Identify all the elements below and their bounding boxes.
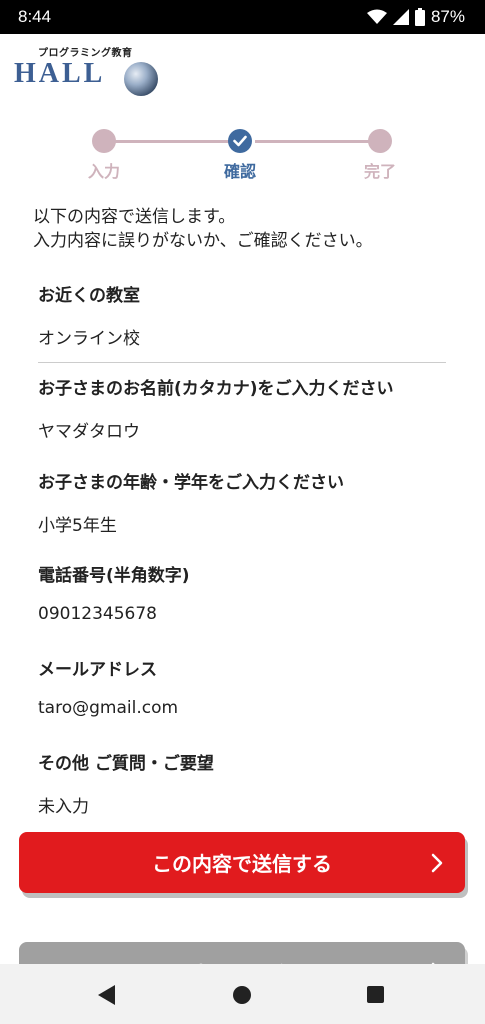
field-label: その他 ご質問・ご要望 — [38, 754, 214, 774]
field-classroom: お近くの教室 オンライン校 — [38, 281, 448, 349]
signal-icon — [392, 9, 409, 25]
field-value: taro@gmail.com — [38, 698, 179, 718]
field-label: メールアドレス — [38, 660, 157, 680]
field-child-grade: お子さまの年齢・学年をご入力ください 小学5年生 — [38, 468, 448, 536]
step-dot-confirm — [228, 129, 252, 153]
chevron-right-icon — [431, 853, 443, 872]
step-label-confirm: 確認 — [223, 162, 256, 181]
step-label-input: 入力 — [87, 162, 120, 181]
android-nav-bar — [0, 964, 485, 1024]
nav-home-icon[interactable] — [233, 986, 251, 1004]
field-child-name: お子さまのお名前(カタカナ)をご入力ください ヤマダタロウ — [38, 374, 448, 442]
step-connector — [255, 140, 370, 143]
divider — [38, 362, 446, 363]
field-value: 小学5年生 — [38, 516, 117, 536]
field-label: お子さまの年齢・学年をご入力ください — [38, 473, 344, 493]
field-label: お子さまのお名前(カタカナ)をご入力ください — [38, 379, 394, 399]
field-value: オンライン校 — [38, 329, 140, 349]
field-other: その他 ご質問・ご要望 未入力 — [38, 749, 448, 817]
field-value: 未入力 — [38, 797, 89, 817]
step-dot-complete — [368, 129, 392, 153]
wifi-icon — [366, 9, 387, 24]
globe-icon — [124, 62, 158, 96]
field-label: お近くの教室 — [38, 286, 140, 306]
logo[interactable]: プログラミング教育 HALL — [14, 44, 164, 96]
step-connector — [104, 140, 239, 143]
logo-name: HALL — [14, 58, 106, 89]
status-icons: 87% — [366, 7, 465, 27]
intro-line-1: 以下の内容で送信します。 — [33, 207, 236, 227]
check-icon — [233, 135, 247, 147]
field-value: ヤマダタロウ — [38, 422, 140, 442]
status-time: 8:44 — [18, 7, 52, 26]
nav-back-icon[interactable] — [98, 985, 115, 1005]
progress-steps: 入力 確認 完了 — [70, 128, 415, 181]
logo-subtitle: プログラミング教育 — [38, 48, 133, 59]
field-email: メールアドレス taro@gmail.com — [38, 655, 448, 718]
status-bar: 8:44 87% — [0, 0, 485, 34]
submit-button[interactable]: この内容で送信する — [19, 832, 465, 893]
submit-button-label: この内容で送信する — [152, 852, 332, 876]
field-phone: 電話番号(半角数字) 09012345678 — [38, 561, 448, 624]
step-label-complete: 完了 — [363, 162, 396, 181]
field-value: 09012345678 — [38, 604, 157, 624]
battery-percent: 87% — [430, 7, 465, 26]
step-dot-input — [92, 129, 116, 153]
intro-line-2: 入力内容に誤りがないか、ご確認ください。 — [33, 231, 373, 251]
nav-recents-icon[interactable] — [367, 986, 384, 1003]
battery-icon — [414, 8, 425, 26]
field-label: 電話番号(半角数字) — [38, 566, 190, 586]
intro-text: 以下の内容で送信します。 入力内容に誤りがないか、ご確認ください。 — [33, 205, 453, 253]
